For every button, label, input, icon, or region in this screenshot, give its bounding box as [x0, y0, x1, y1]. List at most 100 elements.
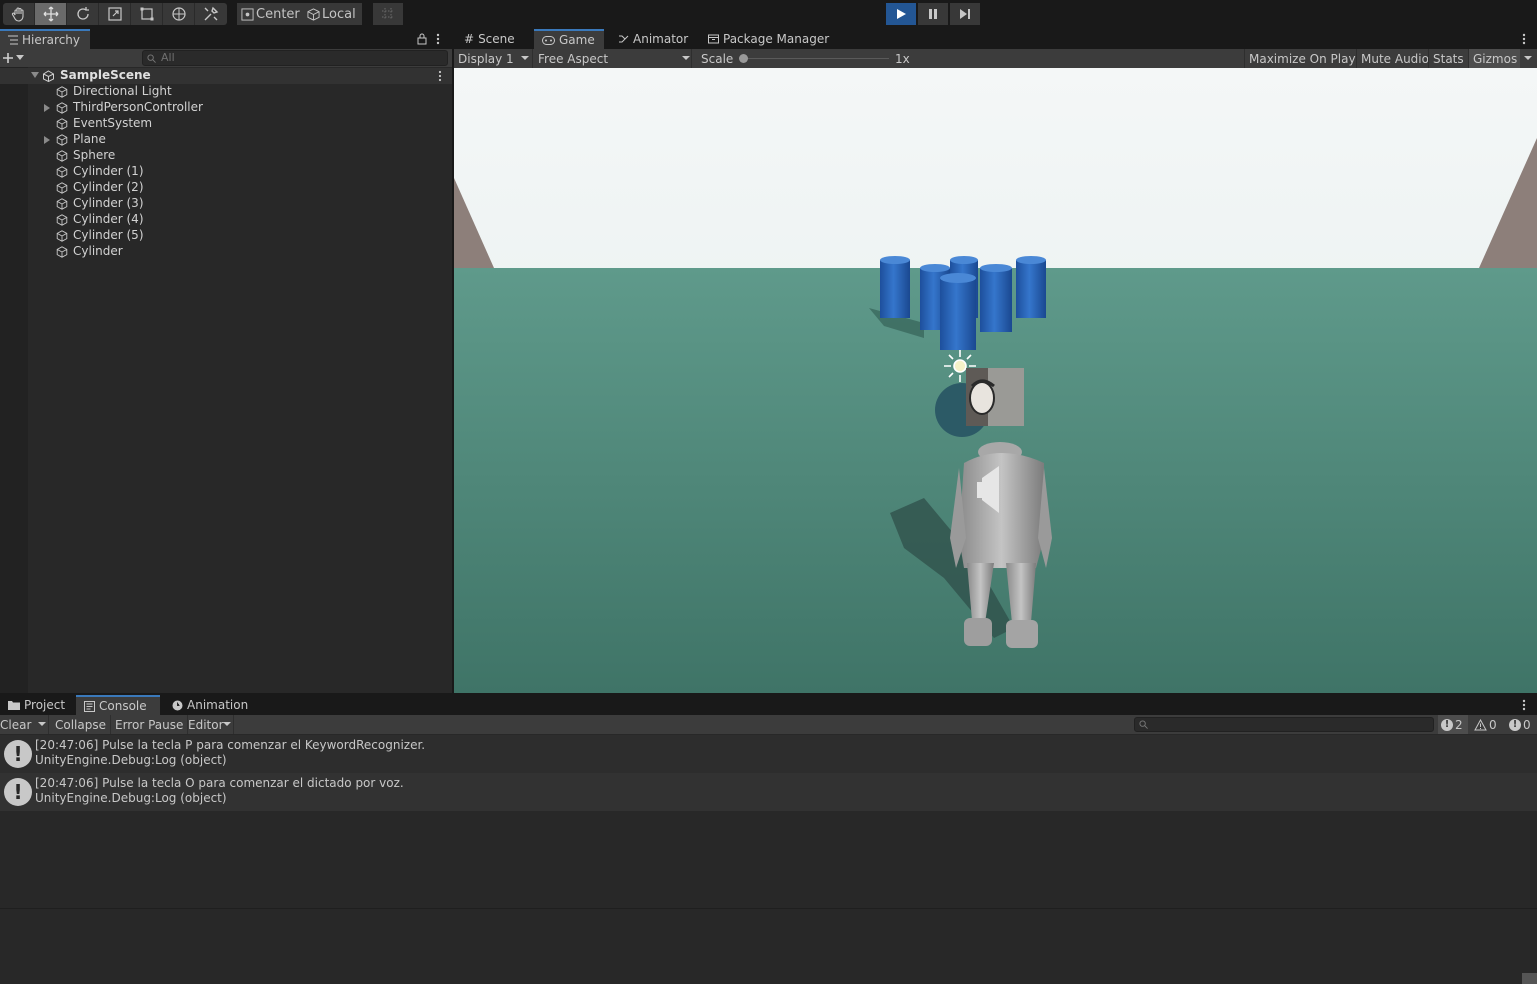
gameobject-cube-icon: [56, 214, 68, 226]
tab-game[interactable]: Game: [534, 29, 604, 49]
tab-scene[interactable]: # Scene: [456, 29, 523, 49]
expand-arrow-icon[interactable]: [44, 104, 50, 112]
hierarchy-panel: Hierarchy All SampleScene Directional Li…: [0, 29, 452, 693]
custom-tool-icon[interactable]: [195, 3, 227, 25]
search-icon: [147, 54, 156, 63]
hierarchy-item-label: Cylinder (1): [73, 164, 144, 178]
hierarchy-item[interactable]: Cylinder: [0, 244, 452, 260]
move-tool-icon[interactable]: [35, 3, 67, 25]
tab-console-label: Console: [99, 699, 147, 713]
tab-animator-label: Animator: [633, 32, 689, 46]
hierarchy-item[interactable]: Sphere: [0, 148, 452, 164]
pause-button[interactable]: [918, 3, 948, 25]
tab-game-label: Game: [559, 33, 595, 47]
hash-icon: #: [464, 32, 475, 46]
hierarchy-item[interactable]: Cylinder (4): [0, 212, 452, 228]
console-search-input[interactable]: [1134, 717, 1434, 732]
lock-icon[interactable]: [417, 33, 427, 45]
hierarchy-item[interactable]: EventSystem: [0, 116, 452, 132]
plus-icon: [3, 53, 13, 63]
hierarchy-item-label: Sphere: [73, 148, 116, 162]
hierarchy-item[interactable]: Cylinder (5): [0, 228, 452, 244]
stats-toggle[interactable]: Stats: [1428, 49, 1468, 68]
console-toolbar: Clear Collapse Error Pause Editor ! 2 0 …: [0, 715, 1537, 734]
mute-audio-toggle[interactable]: Mute Audio: [1356, 49, 1433, 68]
warning-filter-toggle[interactable]: 0: [1471, 715, 1501, 734]
clear-label: Clear: [0, 717, 32, 732]
transform-tool-icon[interactable]: [163, 3, 195, 25]
collapse-toggle[interactable]: Collapse: [51, 715, 111, 734]
aspect-dropdown[interactable]: Free Aspect: [534, 49, 692, 68]
hierarchy-item-label: Cylinder (4): [73, 212, 144, 226]
hierarchy-item[interactable]: Cylinder (2): [0, 180, 452, 196]
rect-tool-icon[interactable]: [131, 3, 163, 25]
chevron-down-icon: [521, 56, 529, 60]
pivot-local-label: Local: [322, 6, 356, 22]
hierarchy-item-label: Directional Light: [73, 84, 172, 98]
scale-slider-handle[interactable]: [739, 54, 748, 63]
hierarchy-item-label: Cylinder (2): [73, 180, 144, 194]
gizmos-chevron-icon[interactable]: [1524, 56, 1532, 61]
editor-dropdown[interactable]: Editor: [184, 715, 234, 734]
expand-arrow-icon[interactable]: [31, 72, 39, 78]
tab-hierarchy[interactable]: Hierarchy: [0, 29, 90, 49]
game-panel: # Scene Game Animator Package Manager Di…: [454, 29, 1537, 693]
scene-row[interactable]: SampleScene: [0, 68, 452, 84]
clock-icon: [172, 700, 183, 710]
clear-button[interactable]: Clear: [0, 715, 49, 734]
log-stacktrace: UnityEngine.Debug:Log (object): [35, 791, 227, 805]
hand-tool-icon[interactable]: [3, 3, 35, 25]
scene-menu-icon[interactable]: [438, 70, 442, 82]
log-entry[interactable]: ! [20:47:06] Pulse la tecla O para comen…: [0, 773, 1537, 811]
tab-animation-label: Animation: [187, 698, 249, 712]
hierarchy-item[interactable]: Plane: [0, 132, 452, 148]
log-stacktrace: UnityEngine.Debug:Log (object): [35, 753, 227, 767]
play-button[interactable]: [886, 3, 916, 25]
gameobject-cube-icon: [56, 166, 68, 178]
animator-icon: [619, 35, 629, 43]
hierarchy-item[interactable]: Directional Light: [0, 84, 452, 100]
game-render: [454, 68, 1537, 693]
console-icon: [84, 700, 95, 712]
gameobject-cube-icon: [56, 246, 68, 258]
tab-animator[interactable]: Animator: [610, 29, 696, 49]
hierarchy-item-label: Cylinder: [73, 244, 123, 258]
gameobject-cube-icon: [56, 198, 68, 210]
expand-arrow-icon[interactable]: [44, 136, 50, 144]
game-viewport[interactable]: [454, 68, 1537, 693]
log-filter-toggle[interactable]: ! 2: [1438, 715, 1468, 734]
tab-animation[interactable]: Animation: [164, 695, 256, 715]
list-icon: [8, 35, 18, 45]
pivot-local-toggle[interactable]: Local: [303, 3, 362, 25]
tab-package-manager[interactable]: Package Manager: [700, 29, 837, 49]
create-dropdown[interactable]: [2, 50, 28, 66]
log-count: 2: [1455, 717, 1463, 732]
step-button[interactable]: [950, 3, 980, 25]
step-icon: [960, 9, 970, 19]
display-dropdown[interactable]: Display 1: [454, 49, 533, 68]
tab-project[interactable]: Project: [0, 695, 73, 715]
rotate-tool-icon[interactable]: [67, 3, 99, 25]
hierarchy-search-input[interactable]: All: [142, 50, 448, 66]
resize-grip[interactable]: [1522, 973, 1537, 984]
hierarchy-item[interactable]: Cylinder (3): [0, 196, 452, 212]
gizmos-toggle[interactable]: Gizmos: [1468, 49, 1520, 68]
tab-scene-label: Scene: [478, 32, 515, 46]
hierarchy-item[interactable]: ThirdPersonController: [0, 100, 452, 116]
log-entry[interactable]: ! [20:47:06] Pulse la tecla P para comen…: [0, 735, 1537, 773]
tab-console[interactable]: Console: [76, 695, 160, 715]
error-icon: !: [1509, 718, 1521, 731]
error-filter-toggle[interactable]: ! 0: [1504, 715, 1537, 734]
console-kebab-icon[interactable]: [1522, 699, 1526, 711]
console-detail-divider[interactable]: [0, 908, 1537, 909]
scale-tool-icon[interactable]: [99, 3, 131, 25]
hierarchy-item[interactable]: Cylinder (1): [0, 164, 452, 180]
pivot-center-toggle[interactable]: Center: [237, 3, 306, 25]
grid-snap-toggle[interactable]: [373, 3, 403, 25]
scale-slider-track[interactable]: [739, 58, 889, 59]
kebab-menu-icon[interactable]: [436, 33, 440, 45]
error-pause-toggle[interactable]: Error Pause: [111, 715, 189, 734]
clear-chevron-icon[interactable]: [38, 722, 46, 727]
maximize-on-play-toggle[interactable]: Maximize On Play: [1244, 49, 1360, 68]
game-kebab-icon[interactable]: [1522, 33, 1526, 45]
